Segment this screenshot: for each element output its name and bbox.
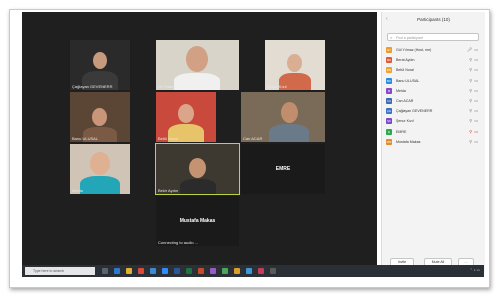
mic-camera-icons: ⚲▭ — [469, 57, 480, 63]
participant-name-label: Mustafa Makas — [179, 218, 216, 224]
app-icon[interactable] — [234, 268, 240, 274]
participant-row[interactable]: M Melda ⚲▭ — [386, 86, 482, 96]
mic-camera-icons: ⚲▭ — [469, 77, 480, 83]
avatar: BA — [386, 57, 392, 64]
participant-video — [70, 144, 130, 194]
participant-name-label: Şenur Kızıl — [267, 84, 287, 89]
video-tile[interactable]: Can ACAR — [241, 92, 325, 142]
participant-name-label: Banu ULUSAL — [72, 136, 99, 141]
participant-row[interactable]: ÇG Çağlayan GEVENERR ⚲▭ — [386, 106, 482, 116]
participant-video — [156, 92, 216, 142]
video-tile[interactable]: Çağlayan GEVENERR — [70, 40, 130, 90]
participant-video — [156, 144, 239, 194]
mic-camera-icons: ⚲▭ — [469, 67, 480, 73]
video-tile[interactable]: Dr. Fatma — [156, 40, 239, 90]
participant-row[interactable]: ŞK Şenur Kızıl ⚲▭ — [386, 116, 482, 126]
avatar: BU — [386, 77, 392, 84]
participant-name-label: EMRE — [275, 166, 291, 172]
app-icon[interactable] — [246, 268, 252, 274]
participant-name-label: Dr. Fatma — [158, 84, 176, 89]
taskbar-search-box[interactable]: Type here to search — [25, 267, 95, 275]
panel-title: Participants (10) — [417, 17, 450, 22]
search-placeholder: Find a participant — [396, 36, 423, 40]
mail-icon[interactable] — [150, 268, 156, 274]
app-icon[interactable] — [270, 268, 276, 274]
video-tile[interactable]: EMRE — [241, 144, 325, 194]
word-icon[interactable] — [174, 268, 180, 274]
chrome-icon[interactable] — [138, 268, 144, 274]
mic-camera-icons: ⚲▭ — [469, 128, 480, 134]
participant-row[interactable]: BU Banu ULUSAL ⚲▭ — [386, 76, 482, 86]
task-view-icon[interactable] — [102, 268, 108, 274]
participant-row[interactable]: MM Mustafa Makas ⚲▭ — [386, 137, 482, 147]
taskbar-search-placeholder: Type here to search — [33, 269, 64, 273]
participant-name-label: Betül Nural — [158, 136, 178, 141]
video-tile[interactable]: Banu ULUSAL — [70, 92, 130, 142]
search-icon: ⌕ — [390, 35, 393, 40]
file-explorer-icon[interactable] — [126, 268, 132, 274]
participant-row[interactable]: BN Betül Nural ⚲▭ — [386, 65, 482, 75]
excel-icon[interactable] — [186, 268, 192, 274]
avatar: ÇG — [386, 108, 392, 115]
active-speaker-tile[interactable]: Bekir Aydın — [155, 143, 240, 195]
powerpoint-icon[interactable] — [198, 268, 204, 274]
mic-camera-icons: ⚲▭ — [469, 138, 480, 144]
video-tile[interactable]: Betül Nural — [156, 92, 216, 142]
participant-name-label: Çağlayan GEVENERR — [72, 84, 113, 89]
participant-video — [241, 92, 325, 142]
app-icon[interactable] — [258, 268, 264, 274]
avatar: M — [386, 87, 392, 94]
avatar: BN — [386, 67, 392, 74]
video-tile[interactable]: Mustafa Makas Connecting to audio ... — [156, 196, 239, 246]
participant-row[interactable]: BA Berat Aydın ⚲▭ — [386, 55, 482, 65]
avatar: ŞK — [386, 118, 392, 125]
video-tile[interactable]: Melda — [70, 144, 130, 194]
participant-name-label: Melda — [72, 188, 83, 193]
system-tray-icons[interactable]: ⌃ ◖ ▭ — [470, 268, 480, 272]
gallery-view: Çağlayan GEVENERR Dr. Fatma Şenur Kızıl … — [22, 12, 377, 272]
app-icon[interactable] — [222, 268, 228, 274]
app-icon[interactable] — [210, 268, 216, 274]
avatar: E — [386, 128, 392, 135]
participant-row[interactable]: E EMRE ⚲▭ — [386, 127, 482, 137]
mic-camera-icons: ⚲▭ — [469, 108, 480, 114]
mic-camera-icons: ⚲▭ — [469, 118, 480, 124]
participant-row[interactable]: CA Can ACAR ⚲▭ — [386, 96, 482, 106]
zoom-app-icon[interactable] — [162, 268, 168, 274]
participant-row[interactable]: GY Gül Yılmaz (Host, me) 🎤︎▭ — [386, 45, 482, 55]
mic-camera-icons: ⚲▭ — [469, 97, 480, 103]
participant-video — [70, 40, 130, 90]
participant-name-label: Bekir Aydın — [158, 188, 179, 193]
mic-camera-icons: ⚲▭ — [469, 87, 480, 93]
windows-taskbar: Type here to search ⌃ ◖ ▭ — [22, 265, 484, 277]
participant-video — [265, 40, 325, 90]
avatar: CA — [386, 98, 392, 105]
participant-name-label: Can ACAR — [243, 136, 263, 141]
video-tile[interactable]: Şenur Kızıl — [265, 40, 325, 90]
participant-list: GY Gül Yılmaz (Host, me) 🎤︎▭ BA Berat Ay… — [386, 45, 482, 147]
mic-camera-icons: 🎤︎▭ — [467, 47, 480, 52]
participant-search-input[interactable]: ⌕ Find a participant — [387, 33, 479, 41]
participant-video — [70, 92, 130, 142]
avatar: MM — [386, 138, 392, 145]
edge-browser-icon[interactable] — [114, 268, 120, 274]
avatar: GY — [386, 47, 392, 54]
participants-panel: ‹ Participants (10) ⌕ Find a participant… — [381, 12, 485, 272]
audio-status-label: Connecting to audio ... — [158, 240, 199, 245]
participant-video — [156, 40, 239, 90]
